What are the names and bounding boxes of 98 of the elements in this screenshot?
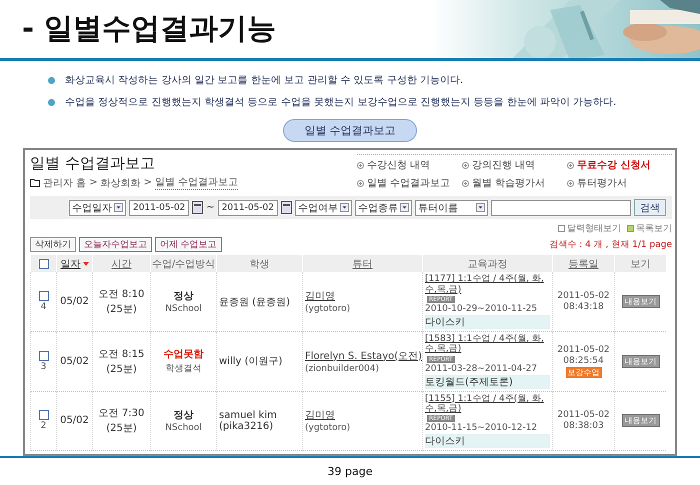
calendar-icon[interactable] <box>192 201 204 214</box>
textbook-text: 토킹월드(주제토론) <box>425 374 550 389</box>
bullet-icon <box>48 76 55 84</box>
date-type-select[interactable]: 수업일자 <box>68 200 126 216</box>
breadcrumb-link[interactable]: 일별 수업결과보고 <box>154 175 238 190</box>
calendar-icon[interactable] <box>281 201 292 214</box>
bullet-text: 화상교육시 작성하는 강사의 일간 보고를 한눈에 보고 관리할 수 있도록 구성한 기능이다. <box>65 74 464 88</box>
breadcrumb-separator: > <box>144 177 152 188</box>
textbook-text: 다이스키 <box>425 434 550 448</box>
start-date-field[interactable]: 2011-05-02 <box>128 200 190 216</box>
circle-plus-icon <box>462 180 469 187</box>
breadcrumb-link[interactable]: 화상회화 <box>100 176 141 190</box>
time-text: 오전 8:15 <box>98 348 144 361</box>
column-header: 학생 <box>250 258 270 271</box>
makeup-badge: 보강수업 <box>566 366 602 378</box>
search-field[interactable] <box>491 200 631 216</box>
folder-icon <box>30 178 40 187</box>
course-link[interactable]: [1177] 1:1수업 / 4주(월, 화,수,목,금) <box>425 274 550 295</box>
column-sort-link[interactable]: 등록일 <box>568 256 598 271</box>
method-text: 학생결석 <box>166 363 202 376</box>
period-text: 2011-03-28~2011-04-27 <box>425 364 538 374</box>
register-time-text: 08:43:18 <box>563 302 604 312</box>
student-text: willy (이원구) <box>219 355 282 368</box>
register-date-text: 2011-05-02 <box>557 410 610 420</box>
status-text: 정상 <box>174 409 194 422</box>
duration-text: (25분) <box>106 422 137 436</box>
method-text: NSchool <box>165 304 202 314</box>
result-count: 검색수 : 4 개 , 현재 1/1 page <box>549 239 672 252</box>
circle-plus-icon <box>462 162 469 169</box>
view-toggle[interactable]: 목록보기 <box>627 222 672 236</box>
time-text: 오전 8:10 <box>98 288 144 302</box>
breadcrumb-separator: > <box>89 177 98 188</box>
action-button[interactable]: 어제 수업보고 <box>155 237 222 252</box>
row-number: 2 <box>40 421 46 432</box>
class-type-select[interactable]: 수업종류 <box>355 200 412 216</box>
status-select[interactable]: 수업여부 <box>295 200 352 216</box>
student-text: 윤종원 (윤종원) <box>219 296 290 309</box>
bullet-text: 수업을 정상적으로 진행했는지 학생결석 등으로 수업을 못했는지 보강수업으로 진행했는지 등등을 한눈에 파악이 가능하다. <box>65 96 616 110</box>
date-text: 05/02 <box>60 415 89 426</box>
tilde-text: ~ <box>206 202 215 214</box>
course-link[interactable]: [1583] 1:1수업 / 4주(월, 화,수,목,금) <box>425 334 550 355</box>
student-text: samuel kim (pika3216) <box>219 410 278 432</box>
breadcrumb-link[interactable]: 관리자 홈 <box>43 176 86 190</box>
circle-plus-icon <box>357 180 364 187</box>
period-text: 2010-11-15~2010-12-12 <box>425 423 538 434</box>
search-button[interactable]: 검색 <box>634 199 666 216</box>
tutor-id-text: (ygtotoro) <box>305 304 350 314</box>
register-time-text: 08:38:03 <box>563 421 604 432</box>
register-time-text: 08:25:54 <box>563 356 604 366</box>
time-text: 오전 7:30 <box>98 407 144 420</box>
view-toggle[interactable]: 달력형태보기 <box>558 222 621 236</box>
slide-title: - 일별수업결과기능 <box>21 10 276 48</box>
action-button[interactable]: 삭제하기 <box>30 237 76 252</box>
row-checkbox[interactable] <box>38 410 48 420</box>
status-text: 정상 <box>174 290 194 304</box>
page-title: 일별 수업결과보고 <box>30 154 156 174</box>
row-number: 4 <box>40 302 46 312</box>
column-sort-link[interactable]: 일자 <box>60 256 80 271</box>
tutor-id-text: (zionbuilder004) <box>305 364 380 374</box>
period-text: 2010-10-29~2010-11-25 <box>425 304 538 314</box>
quick-link[interactable]: 수강신청 내역 <box>357 158 462 172</box>
action-button[interactable]: 오늘자수업보고 <box>79 237 152 252</box>
quick-link[interactable]: 일별 수업결과보고 <box>357 176 462 190</box>
row-checkbox[interactable] <box>38 350 48 361</box>
circle-plus-icon <box>567 180 574 187</box>
register-date-text: 2011-05-02 <box>557 291 610 302</box>
row-checkbox[interactable] <box>38 291 48 302</box>
textbook-text: 다이스키 <box>425 314 550 329</box>
duration-text: (25분) <box>106 362 137 376</box>
tutor-id-text: (ygtotoro) <box>305 423 350 434</box>
date-text: 05/02 <box>60 296 89 308</box>
quick-link[interactable]: 강의진행 내역 <box>462 158 567 172</box>
register-date-text: 2011-05-02 <box>557 344 610 355</box>
column-sort-link[interactable]: 시간 <box>112 256 132 271</box>
end-date-field[interactable]: 2011-05-02 <box>218 200 278 216</box>
date-text: 05/02 <box>60 356 89 367</box>
duration-text: (25분) <box>106 303 137 316</box>
caption-label: 일별 수업결과보고 <box>283 119 417 142</box>
column-sort-link[interactable]: 튜터 <box>352 256 372 271</box>
circle-plus-icon <box>567 162 574 169</box>
column-header: 보기 <box>630 258 650 271</box>
bullet-icon <box>48 98 55 106</box>
quick-link[interactable]: 월별 학습평가서 <box>462 176 567 190</box>
tutor-link[interactable]: 김미영 <box>305 289 335 304</box>
search-by-select[interactable]: 튜터이름 <box>415 200 488 216</box>
status-text: 수업못함 <box>164 348 204 362</box>
quick-link[interactable]: 튜터평가서 <box>567 176 672 190</box>
page-number: 39 page <box>328 465 372 478</box>
select-all-checkbox[interactable] <box>38 258 48 269</box>
column-header: 수업/수업방식 <box>152 258 216 271</box>
row-number: 3 <box>40 362 46 372</box>
tutor-link[interactable]: Florelyn S. Estayo(오전) <box>305 348 422 363</box>
method-text: NSchool <box>165 423 202 434</box>
tutor-link[interactable]: 김미영 <box>305 408 335 422</box>
quick-link[interactable]: 무료수강 신청서 <box>567 158 672 172</box>
course-link[interactable]: [1155] 1:1수업 / 4주(월, 화,수,목,금) <box>425 394 550 414</box>
column-header: 교육과정 <box>468 258 508 271</box>
circle-plus-icon <box>357 162 364 169</box>
